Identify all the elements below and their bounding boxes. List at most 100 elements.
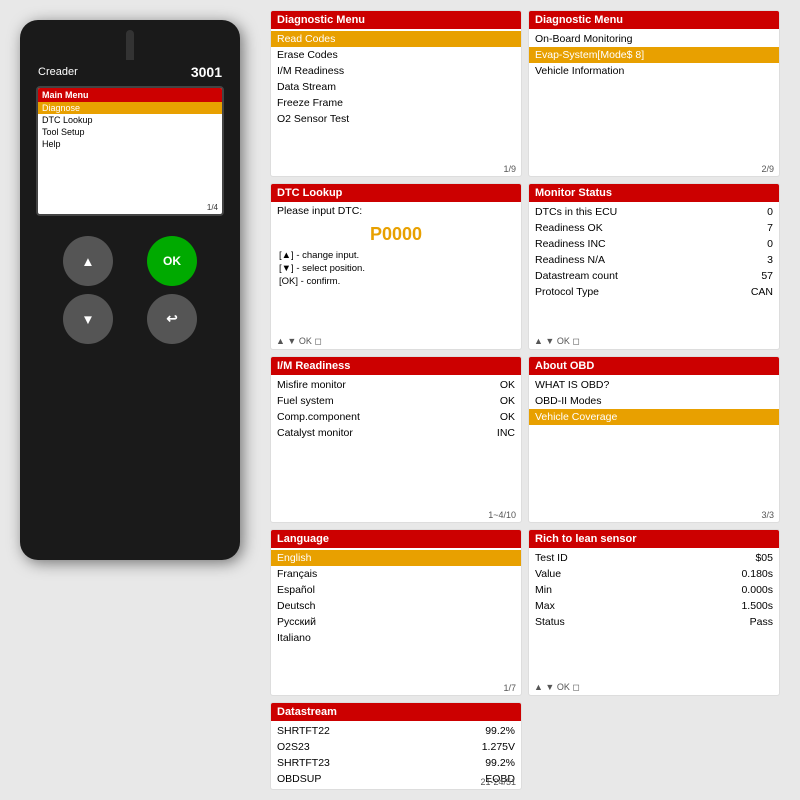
dtc-instr-3: [OK] - confirm.: [271, 275, 521, 288]
rl-status: Status Pass: [529, 614, 779, 630]
panel-rich-lean-body: Test ID $05 Value0.180s Min0.000s Max 1.50…: [529, 548, 779, 632]
panel-about-body: WHAT IS OBD? OBD-II Modes Vehicle Covera…: [529, 375, 779, 427]
device-cable: [126, 30, 134, 60]
dtc-nav: ▲ ▼ OK ◻: [276, 336, 322, 347]
im-misfire: Misfire monitor OK: [271, 377, 521, 393]
rl-status-val: Pass: [750, 616, 773, 628]
panel-monitor-status: Monitor Status DTCs in this ECU0 Readine…: [528, 183, 780, 350]
monitor-datastream: Datastream count57: [529, 268, 779, 284]
lang-italian[interactable]: Italiano: [271, 630, 521, 646]
menu-item-o2-sensor[interactable]: O2 Sensor Test: [271, 111, 521, 127]
readiness-na-label: Readiness N/A: [535, 254, 605, 266]
device-buttons: OK: [30, 226, 230, 354]
panel-diagnostic-menu-1-body: Read Codes Erase Codes I/M Readiness Dat…: [271, 29, 521, 129]
rl-value-val: 0.180s: [741, 568, 773, 580]
panel-monitor-body: DTCs in this ECU0 Readiness OK 7 Readines…: [529, 202, 779, 302]
rl-testid: Test ID $05: [529, 550, 779, 566]
rl-status-label: Status: [535, 616, 565, 628]
panel-diagnostic-menu-2: Diagnostic Menu On-Board Monitoring Evap…: [528, 10, 780, 177]
menu-item-im-readiness[interactable]: I/M Readiness: [271, 63, 521, 79]
menu-item-data-stream[interactable]: Data Stream: [271, 79, 521, 95]
menu-item-vehicle-info[interactable]: Vehicle Information: [529, 63, 779, 79]
datastream-count-label: Datastream count: [535, 270, 618, 282]
comp-label: Comp.component: [277, 411, 360, 423]
lang-french[interactable]: Français: [271, 566, 521, 582]
screen-item-dtc[interactable]: DTC Lookup: [38, 114, 222, 126]
down-button[interactable]: [63, 294, 113, 344]
readiness-inc-label: Readiness INC: [535, 238, 606, 250]
rl-value: Value0.180s: [529, 566, 779, 582]
panel-rich-lean: Rich to lean sensor Test ID $05 Value0.18…: [528, 529, 780, 696]
catalyst-label: Catalyst monitor: [277, 427, 353, 439]
panel-dtc-header: DTC Lookup: [271, 184, 521, 202]
ok-button[interactable]: OK: [147, 236, 197, 286]
panel-dtc-lookup: DTC Lookup Please input DTC: P0000 [▲] -…: [270, 183, 522, 350]
dtc-code: P0000: [271, 220, 521, 249]
rl-max: Max 1.500s: [529, 598, 779, 614]
panel-datastream: Datastream SHRTFT2299.2% O2S231.275V SHR…: [270, 702, 522, 790]
dtc-instr-2: [▼] - select position.: [271, 262, 521, 275]
menu-item-erase-codes[interactable]: Erase Codes: [271, 47, 521, 63]
screen-item-help[interactable]: Help: [38, 138, 222, 150]
monitor-readiness-inc: Readiness INC0: [529, 236, 779, 252]
ds-o2s23: O2S231.275V: [271, 739, 521, 755]
panel-diag1-page: 1/9: [503, 164, 516, 174]
about-modes[interactable]: OBD-II Modes: [529, 393, 779, 409]
misfire-value: OK: [500, 379, 515, 391]
screen-item-toolsetup[interactable]: Tool Setup: [38, 126, 222, 138]
dtc-instr-1: [▲] - change input.: [271, 249, 521, 262]
rl-min: Min0.000s: [529, 582, 779, 598]
lang-german[interactable]: Deutsch: [271, 598, 521, 614]
readiness-ok-value: 7: [767, 222, 773, 234]
protocol-label: Protocol Type: [535, 286, 599, 298]
menu-item-evap[interactable]: Evap-System[Mode$ 8]: [529, 47, 779, 63]
fuel-value: OK: [500, 395, 515, 407]
screen-item-diagnose[interactable]: Diagnose: [38, 102, 222, 114]
monitor-readiness-na: Readiness N/A3: [529, 252, 779, 268]
back-button[interactable]: [147, 294, 197, 344]
panel-diag2-page: 2/9: [761, 164, 774, 174]
im-fuel: Fuel systemOK: [271, 393, 521, 409]
panel-monitor-header: Monitor Status: [529, 184, 779, 202]
monitor-nav: ▲ ▼ OK ◻: [534, 336, 580, 347]
panels-area: Diagnostic Menu Read Codes Erase Codes I…: [270, 10, 780, 790]
panel-im-body: Misfire monitor OK Fuel systemOK Comp.com…: [271, 375, 521, 443]
screen-header: Main Menu: [38, 88, 222, 102]
rl-max-val: 1.500s: [741, 600, 773, 612]
ds-shrtft22: SHRTFT2299.2%: [271, 723, 521, 739]
panel-language: Language English Français Español Deutsc…: [270, 529, 522, 696]
obdsup-label: OBDSUP: [277, 773, 321, 785]
menu-item-read-codes[interactable]: Read Codes: [271, 31, 521, 47]
model-number: 3001: [191, 64, 222, 80]
testid-label: Test ID: [535, 552, 568, 564]
rl-max-label: Max: [535, 600, 555, 612]
menu-item-freeze-frame[interactable]: Freeze Frame: [271, 95, 521, 111]
panel-im-header: I/M Readiness: [271, 357, 521, 375]
lang-english[interactable]: English: [271, 550, 521, 566]
testid-value: $05: [755, 552, 773, 564]
panel-rich-lean-header: Rich to lean sensor: [529, 530, 779, 548]
readiness-ok-label: Readiness OK: [535, 222, 603, 234]
panel-language-body: English Français Español Deutsch Русский…: [271, 548, 521, 648]
up-button[interactable]: [63, 236, 113, 286]
rich-lean-nav: ▲ ▼ OK ◻: [534, 682, 580, 693]
monitor-dtcs: DTCs in this ECU0: [529, 204, 779, 220]
about-coverage[interactable]: Vehicle Coverage: [529, 409, 779, 425]
lang-russian[interactable]: Русский: [271, 614, 521, 630]
screen-page: 1/4: [207, 203, 218, 212]
catalyst-value: INC: [497, 427, 515, 439]
panel-language-header: Language: [271, 530, 521, 548]
misfire-label: Misfire monitor: [277, 379, 346, 391]
panel-im-page: 1~4/10: [488, 510, 516, 520]
menu-item-onboard[interactable]: On-Board Monitoring: [529, 31, 779, 47]
dtc-prompt: Please input DTC:: [271, 202, 521, 220]
o2s23-label: O2S23: [277, 741, 310, 753]
panel-diagnostic-menu-1-header: Diagnostic Menu: [271, 11, 521, 29]
brand-name: Creader: [38, 66, 78, 78]
about-what[interactable]: WHAT IS OBD?: [529, 377, 779, 393]
shrtft22-value: 99.2%: [485, 725, 515, 737]
panel-about-obd: About OBD WHAT IS OBD? OBD-II Modes Vehi…: [528, 356, 780, 523]
panel-ds-page: 21-24/51: [480, 777, 516, 787]
device-screen: Main Menu Diagnose DTC Lookup Tool Setup…: [36, 86, 224, 216]
lang-spanish[interactable]: Español: [271, 582, 521, 598]
